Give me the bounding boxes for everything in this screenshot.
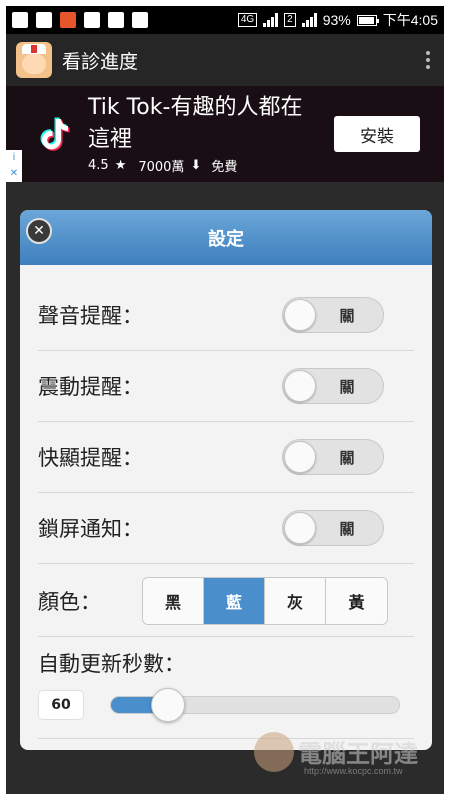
refresh-slider[interactable] [110,688,400,722]
app-title: 看診進度 [62,50,139,73]
battery-icon [356,14,379,26]
watermark-url: http://www.kocpc.com.tw [304,766,403,776]
toggle-knob[interactable] [284,299,316,331]
network-badge: 4G [237,13,258,27]
phone-screen: 4G 2 93% 下午4:05 看診進度 Tik Tok-有趣的人都在這裡 4.… [6,6,444,794]
clock: 下午4:05 [382,12,438,28]
setting-label: 震動提醒： [38,375,143,399]
toggle-text: 關 [339,378,355,396]
setting-label: 快顯提醒： [38,446,143,470]
watermark-logo-icon [254,732,294,772]
app-logo[interactable] [16,42,52,78]
sim2-badge: 2 [284,13,296,27]
watermark-text: 電腦王阿達 [298,740,418,768]
color-option-blue[interactable]: 藍 [204,578,265,624]
vibrate-toggle[interactable]: 關 [282,368,384,404]
setting-label: 聲音提醒： [38,304,143,328]
setting-label: 鎖屏通知： [38,517,143,541]
app-notification-icon [60,12,76,28]
settings-dialog: ✕ 設定 聲音提醒： 關 震動提醒： 關 快顯提醒： 關 鎖屏通知： 關 顏色：… [20,210,432,750]
toggle-text: 關 [339,449,355,467]
ad-title[interactable]: Tik Tok-有趣的人都在這裡 [88,92,318,156]
gmail-icon [36,12,52,28]
app-bar: 看診進度 [6,34,444,86]
signal-icon [263,13,279,27]
close-icon[interactable]: ✕ [26,218,52,244]
color-option-yellow[interactable]: 黃 [326,578,387,624]
setting-row-popup: 快顯提醒： 關 [38,422,414,493]
star-icon: ★ [114,158,127,173]
image-icon [84,12,100,28]
toggle-knob[interactable] [284,370,316,402]
location-icon [132,12,148,28]
signal-icon-2 [301,13,317,27]
dialog-header: ✕ 設定 [20,210,432,265]
slider-thumb[interactable] [151,688,185,722]
battery-percent: 93% [322,12,351,28]
status-right: 4G 2 93% 下午4:05 [237,10,438,30]
setting-row-lockscreen: 鎖屏通知： 關 [38,493,414,564]
sound-toggle[interactable]: 關 [282,297,384,333]
color-row: 顏色： 黑 藍 灰 黃 [38,565,414,637]
color-segmented-control: 黑 藍 灰 黃 [142,577,388,625]
status-bar: 4G 2 93% 下午4:05 [6,6,444,34]
toggle-knob[interactable] [284,441,316,473]
refresh-label: 自動更新秒數： [38,652,185,676]
popup-toggle[interactable]: 關 [282,439,384,475]
facebook-icon [12,12,28,28]
download-icon: ⬇ [190,158,202,173]
ad-info-icon[interactable]: i [13,153,15,163]
toggle-text: 關 [339,307,355,325]
refresh-value-input[interactable]: 60 [38,690,84,720]
toggle-text: 關 [339,520,355,538]
dialog-title: 設定 [208,228,244,250]
lockscreen-toggle[interactable]: 關 [282,510,384,546]
color-label: 顏色： [38,589,101,614]
notification-icons [12,12,148,28]
color-option-gray[interactable]: 灰 [265,578,326,624]
ad-banner[interactable]: Tik Tok-有趣的人都在這裡 4.5 ★ 7000萬 ⬇ 免費 安裝 i ✕ [6,86,444,182]
ad-choices[interactable]: i ✕ [6,150,22,182]
tiktok-logo-icon [40,117,70,151]
ad-downloads: 7000萬 [138,160,185,175]
ad-install-button[interactable]: 安裝 [334,116,420,152]
setting-row-vibrate: 震動提醒： 關 [38,351,414,422]
toggle-knob[interactable] [284,512,316,544]
ad-price: 免費 [211,160,238,175]
color-option-black[interactable]: 黑 [143,578,204,624]
check-icon [108,12,124,28]
ad-meta: 4.5 ★ 7000萬 ⬇ 免費 [88,156,237,175]
setting-row-sound: 聲音提醒： 關 [38,280,414,351]
watermark: 電腦王阿達 http://www.kocpc.com.tw [254,724,444,784]
ad-rating: 4.5 [88,158,109,173]
overflow-menu-icon[interactable] [422,47,434,73]
ad-close-icon[interactable]: ✕ [10,169,18,179]
